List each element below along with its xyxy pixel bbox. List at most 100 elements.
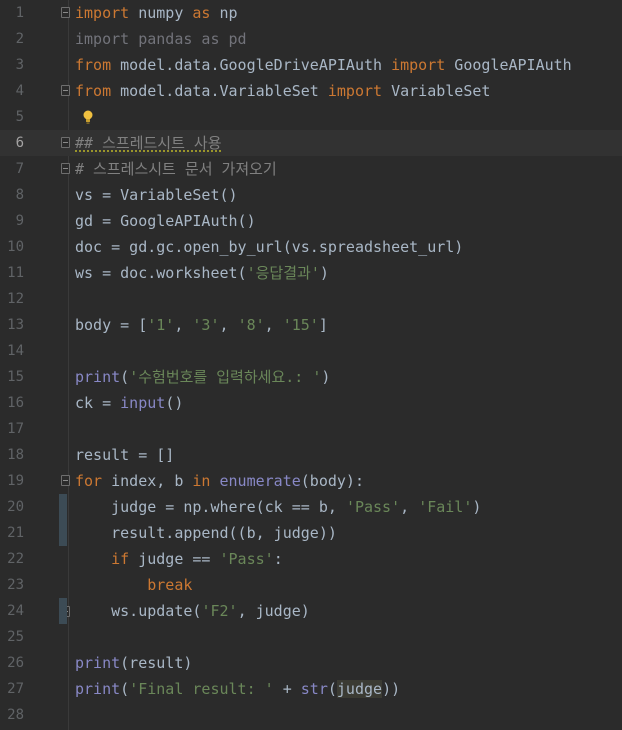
line-number[interactable]: 23 — [0, 572, 24, 598]
code-text[interactable]: gd = GoogleAPIAuth() — [75, 208, 256, 234]
code-line[interactable]: 26 print(result) — [0, 650, 622, 676]
line-number[interactable]: 4 — [0, 78, 24, 104]
line-number[interactable]: 22 — [0, 546, 24, 572]
code-text[interactable]: from model.data.GoogleDriveAPIAuth impor… — [75, 52, 572, 78]
code-line[interactable]: 2 import pandas as pd — [0, 26, 622, 52]
code-line[interactable]: 25 — [0, 624, 622, 650]
vcs-change-marker[interactable] — [59, 494, 67, 546]
code-token: , judge) — [237, 602, 310, 620]
code-token: str — [300, 680, 328, 698]
code-token: print — [75, 680, 121, 698]
code-text[interactable]: if judge == 'Pass': — [75, 546, 283, 572]
code-text[interactable]: result = [] — [75, 442, 174, 468]
fold-icon[interactable] — [61, 163, 70, 174]
line-number[interactable]: 3 — [0, 52, 24, 78]
code-text[interactable]: ck = input() — [75, 390, 183, 416]
code-text[interactable]: print('수험번호를 입력하세요.: ') — [75, 364, 330, 390]
lightbulb-icon[interactable] — [82, 109, 94, 125]
line-number[interactable]: 8 — [0, 182, 24, 208]
line-number[interactable]: 25 — [0, 624, 24, 650]
line-number[interactable]: 2 — [0, 26, 24, 52]
code-line[interactable]: 18 result = [] — [0, 442, 622, 468]
code-token: index, b — [102, 472, 193, 490]
code-line[interactable]: 23 break — [0, 572, 622, 598]
line-number[interactable]: 18 — [0, 442, 24, 468]
code-text[interactable]: ws = doc.worksheet('응답결과') — [75, 260, 329, 286]
line-number[interactable]: 16 — [0, 390, 24, 416]
line-number[interactable]: 24 — [0, 598, 24, 624]
code-token: ws.update( — [75, 602, 202, 620]
code-editor[interactable]: 1 import numpy as np 2 import pandas as pd 3… — [0, 0, 622, 730]
fold-icon[interactable] — [61, 137, 70, 148]
code-line[interactable]: 20 judge = np.where(ck == b, 'Pass', 'Fa… — [0, 494, 622, 520]
line-number[interactable]: 9 — [0, 208, 24, 234]
line-number[interactable]: 6 — [0, 130, 24, 156]
line-number[interactable]: 26 — [0, 650, 24, 676]
line-number[interactable]: 14 — [0, 338, 24, 364]
code-token: numpy — [129, 4, 193, 22]
code-text[interactable]: break — [75, 572, 192, 598]
code-line[interactable]: 27 print('Final result: ' + str(judge)) — [0, 676, 622, 702]
vcs-change-marker[interactable] — [59, 598, 67, 624]
code-line[interactable]: 15 print('수험번호를 입력하세요.: ') — [0, 364, 622, 390]
code-text[interactable]: print(result) — [75, 650, 192, 676]
line-number[interactable]: 15 — [0, 364, 24, 390]
line-number[interactable]: 20 — [0, 494, 24, 520]
code-line[interactable]: 17 — [0, 416, 622, 442]
code-text[interactable]: import numpy as np — [75, 0, 238, 26]
code-text[interactable]: judge = np.where(ck == b, 'Pass', 'Fail'… — [75, 494, 481, 520]
code-text[interactable]: from model.data.VariableSet import Varia… — [75, 78, 490, 104]
code-text[interactable]: for index, b in enumerate(body): — [75, 468, 364, 494]
code-text[interactable]: result.append((b, judge)) — [75, 520, 337, 546]
code-line[interactable]: 21 result.append((b, judge)) — [0, 520, 622, 546]
line-number[interactable]: 5 — [0, 104, 24, 130]
code-line[interactable]: 28 — [0, 702, 622, 728]
code-text[interactable]: doc = gd.gc.open_by_url(vs.spreadsheet_u… — [75, 234, 463, 260]
fold-icon[interactable] — [61, 85, 70, 96]
code-text[interactable]: ## 스프레드시트 사용 — [75, 130, 222, 156]
line-number[interactable]: 12 — [0, 286, 24, 312]
code-line[interactable]: 9 gd = GoogleAPIAuth() — [0, 208, 622, 234]
code-line[interactable]: 10 doc = gd.gc.open_by_url(vs.spreadsheet… — [0, 234, 622, 260]
code-line[interactable]: 11 ws = doc.worksheet('응답결과') — [0, 260, 622, 286]
line-number[interactable]: 17 — [0, 416, 24, 442]
code-text[interactable]: ws.update('F2', judge) — [75, 598, 310, 624]
fold-icon[interactable] — [61, 475, 70, 486]
line-number[interactable]: 21 — [0, 520, 24, 546]
code-text[interactable]: import pandas as pd — [75, 26, 247, 52]
code-token: from — [75, 82, 112, 100]
code-text[interactable]: body = ['1', '3', '8', '15'] — [75, 312, 328, 338]
line-number[interactable]: 7 — [0, 156, 24, 182]
line-number[interactable]: 11 — [0, 260, 24, 286]
line-number[interactable]: 1 — [0, 0, 24, 26]
code-line[interactable]: 24 ws.update('F2', judge) — [0, 598, 622, 624]
code-line[interactable]: 14 — [0, 338, 622, 364]
code-line[interactable]: 3 from model.data.GoogleDriveAPIAuth impo… — [0, 52, 622, 78]
line-number[interactable]: 10 — [0, 234, 24, 260]
code-text[interactable]: print('Final result: ' + str(judge)) — [75, 676, 400, 702]
fold-icon[interactable] — [61, 7, 70, 18]
code-line[interactable]: 4 from model.data.VariableSet import Vari… — [0, 78, 622, 104]
code-line[interactable]: 7 # 스프레스시트 문서 가져오기 — [0, 156, 622, 182]
code-token: if — [111, 550, 130, 568]
code-line[interactable]: 8 vs = VariableSet() — [0, 182, 622, 208]
line-number[interactable]: 28 — [0, 702, 24, 728]
code-line[interactable]: 22 if judge == 'Pass': — [0, 546, 622, 572]
code-line[interactable]: 12 — [0, 286, 622, 312]
code-token: as — [192, 4, 211, 22]
code-line[interactable]: 6 ## 스프레드시트 사용 — [0, 130, 622, 156]
line-number[interactable]: 13 — [0, 312, 24, 338]
code-token: ) — [319, 264, 329, 282]
code-line[interactable]: 19 for index, b in enumerate(body): — [0, 468, 622, 494]
code-line[interactable]: 13 body = ['1', '3', '8', '15'] — [0, 312, 622, 338]
code-text[interactable]: vs = VariableSet() — [75, 182, 238, 208]
code-token: () — [165, 394, 184, 412]
code-line[interactable]: 1 import numpy as np — [0, 0, 622, 26]
code-token: , — [219, 316, 238, 334]
line-number[interactable]: 27 — [0, 676, 24, 702]
code-line[interactable]: 16 ck = input() — [0, 390, 622, 416]
line-number[interactable]: 19 — [0, 468, 24, 494]
code-token: + — [273, 680, 301, 698]
code-text[interactable]: # 스프레스시트 문서 가져오기 — [75, 156, 277, 182]
code-token: import — [327, 82, 383, 100]
